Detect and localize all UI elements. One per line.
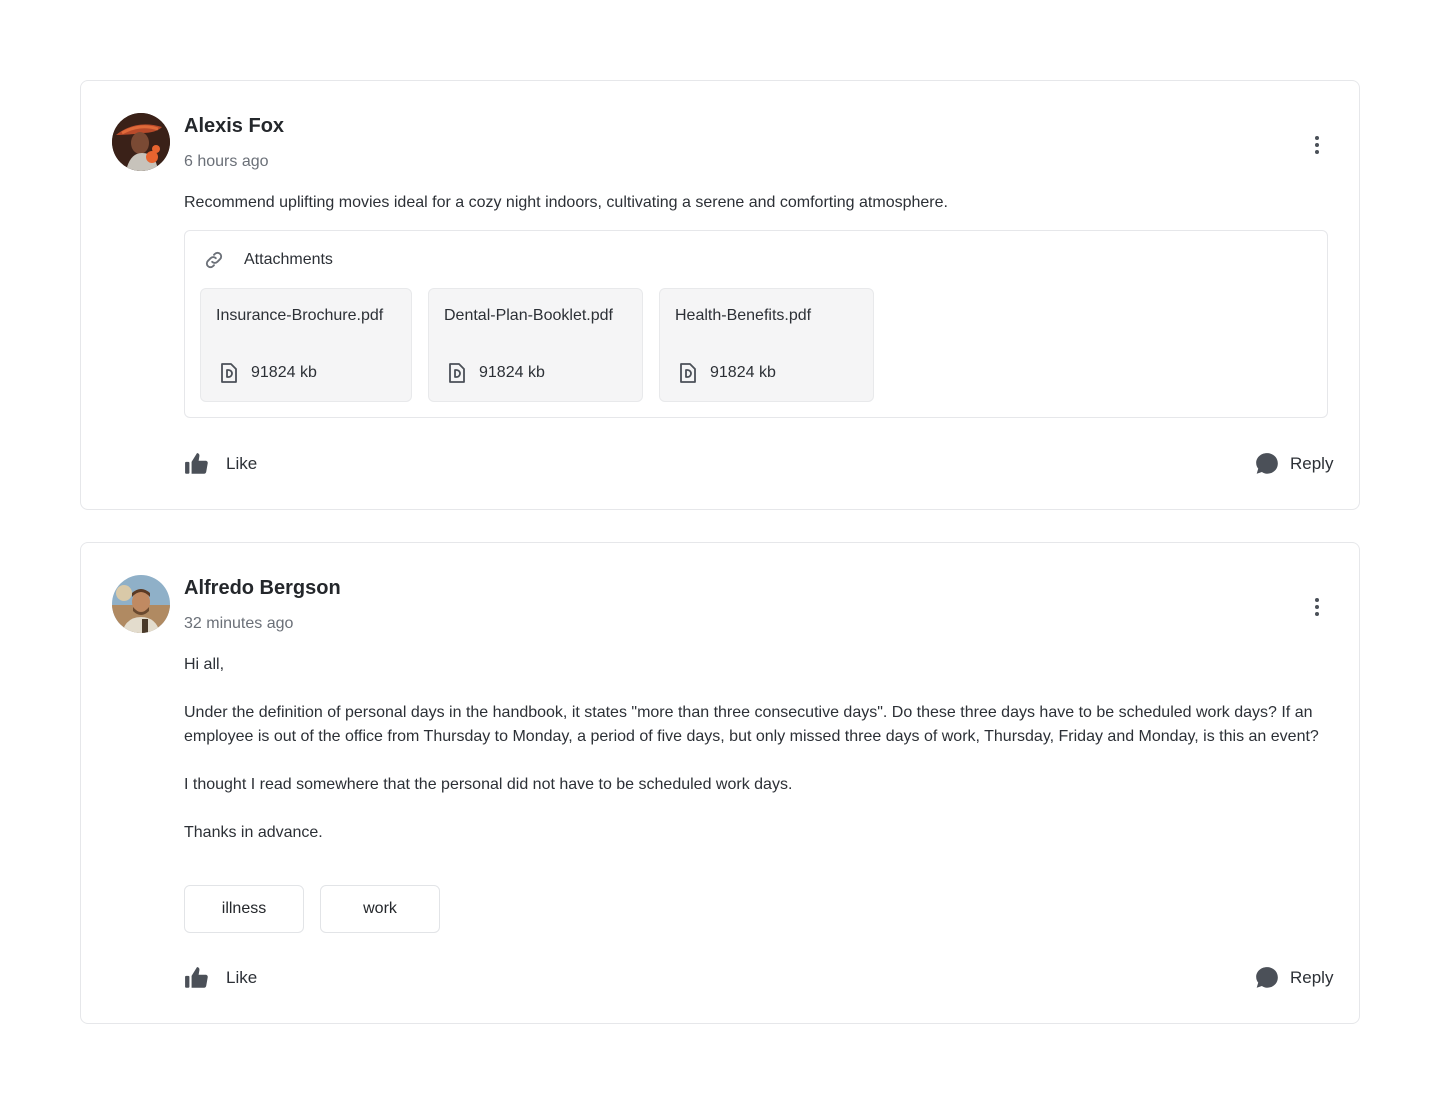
file-size: 91824 kb (217, 361, 317, 385)
link-icon (205, 251, 223, 269)
file-name: Health-Benefits.pdf (675, 307, 812, 324)
attachments-panel: Attachments Insurance-Brochure.pdf 91824… (184, 230, 1328, 418)
reply-button[interactable]: Reply (1254, 965, 1333, 991)
like-label: Like (226, 454, 258, 473)
chat-bubble-icon (1256, 967, 1278, 988)
attachment-file[interactable]: Health-Benefits.pdf 91824 kb (659, 288, 874, 402)
avatar[interactable] (112, 113, 170, 171)
post-paragraph: I thought I read somewhere that the pers… (184, 776, 793, 793)
pdf-file-icon (449, 363, 465, 383)
file-size: 91824 kb (445, 361, 545, 385)
author-name[interactable]: Alfredo Bergson (184, 577, 341, 600)
post-body: Hi all, Under the definition of personal… (184, 653, 1324, 845)
post-card: Alexis Fox 6 hours ago Recommend uplifti… (80, 80, 1360, 510)
pdf-file-icon (680, 363, 696, 383)
like-label: Like (226, 968, 258, 987)
avatar[interactable] (112, 575, 170, 633)
file-name: Insurance-Brochure.pdf (216, 307, 384, 324)
pdf-file-icon (221, 363, 237, 383)
file-name: Dental-Plan-Booklet.pdf (444, 307, 613, 324)
tag-illness[interactable]: illness (184, 885, 304, 933)
reply-label: Reply (1290, 968, 1334, 987)
post-card: Alfredo Bergson 32 minutes ago Hi all, U… (80, 542, 1360, 1024)
like-button[interactable]: Like (184, 965, 257, 991)
post-paragraph: Thanks in advance. (184, 824, 323, 841)
attachments-label: Attachments (244, 251, 333, 268)
post-text: Recommend uplifting movies ideal for a c… (184, 194, 948, 211)
author-name[interactable]: Alexis Fox (184, 115, 284, 138)
post-paragraph: Hi all, (184, 656, 225, 673)
attachment-file[interactable]: Dental-Plan-Booklet.pdf 91824 kb (428, 288, 643, 402)
post-body: Recommend uplifting movies ideal for a c… (184, 191, 1324, 215)
post-paragraph: Under the definition of personal days in… (184, 704, 1319, 745)
post-timestamp: 32 minutes ago (184, 615, 294, 632)
like-button[interactable]: Like (184, 451, 257, 477)
file-size: 91824 kb (676, 361, 776, 385)
attachments-header: Attachments (203, 249, 333, 271)
thumbs-up-icon (185, 967, 208, 988)
attachment-file[interactable]: Insurance-Brochure.pdf 91824 kb (200, 288, 412, 402)
chat-bubble-icon (1256, 453, 1278, 474)
more-vertical-icon[interactable] (1305, 593, 1329, 621)
reply-button[interactable]: Reply (1254, 451, 1333, 477)
more-vertical-icon[interactable] (1305, 131, 1329, 159)
tag-work[interactable]: work (320, 885, 440, 933)
post-timestamp: 6 hours ago (184, 153, 269, 170)
reply-label: Reply (1290, 454, 1334, 473)
thumbs-up-icon (185, 453, 208, 474)
